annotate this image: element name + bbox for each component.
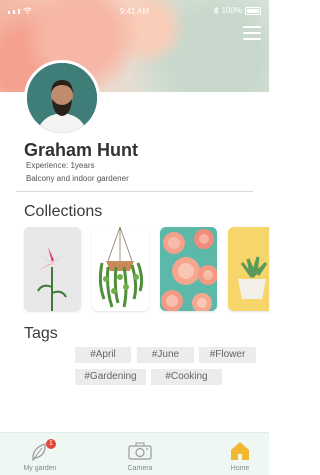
camera-icon [128, 442, 152, 460]
collection-card-dahlias[interactable] [160, 227, 217, 311]
home-icon [231, 442, 249, 460]
tab-home[interactable]: Home [210, 433, 270, 475]
tag-april[interactable]: #April [75, 347, 131, 363]
avatar [24, 60, 100, 136]
divider [16, 191, 253, 192]
battery-percent: 100% [221, 6, 242, 15]
menu-button[interactable] [243, 26, 261, 40]
profile-experience: Experience: 1years [26, 161, 95, 170]
status-bar: 9:41 AM 100% [0, 0, 269, 20]
tab-label-camera: Camera [127, 465, 153, 472]
battery-icon [245, 6, 261, 15]
tab-label-home: Home [230, 465, 250, 472]
tag-gardening[interactable]: #Gardening [75, 369, 146, 385]
tags-title: Tags [24, 325, 58, 342]
tab-label-my-garden: My garden [23, 465, 57, 472]
tab-bar: 1 My garden Camera Home [0, 432, 269, 475]
collections-title: Collections [24, 203, 103, 220]
collection-card-succulent[interactable] [228, 227, 269, 311]
collection-card-hanging-plant[interactable] [92, 227, 149, 311]
notification-badge: 1 [46, 439, 56, 449]
bluetooth-icon [213, 7, 219, 14]
profile-name: Graham Hunt [24, 140, 139, 160]
tab-my-garden[interactable]: 1 My garden [10, 433, 70, 475]
collection-card-lily[interactable] [24, 227, 81, 311]
tag-cooking[interactable]: #Cooking [151, 369, 222, 385]
tag-flower[interactable]: #Flower [199, 347, 256, 363]
tag-june[interactable]: #June [137, 347, 194, 363]
tab-camera[interactable]: Camera [110, 433, 170, 475]
profile-description: Balcony and indoor gardener [26, 174, 129, 183]
